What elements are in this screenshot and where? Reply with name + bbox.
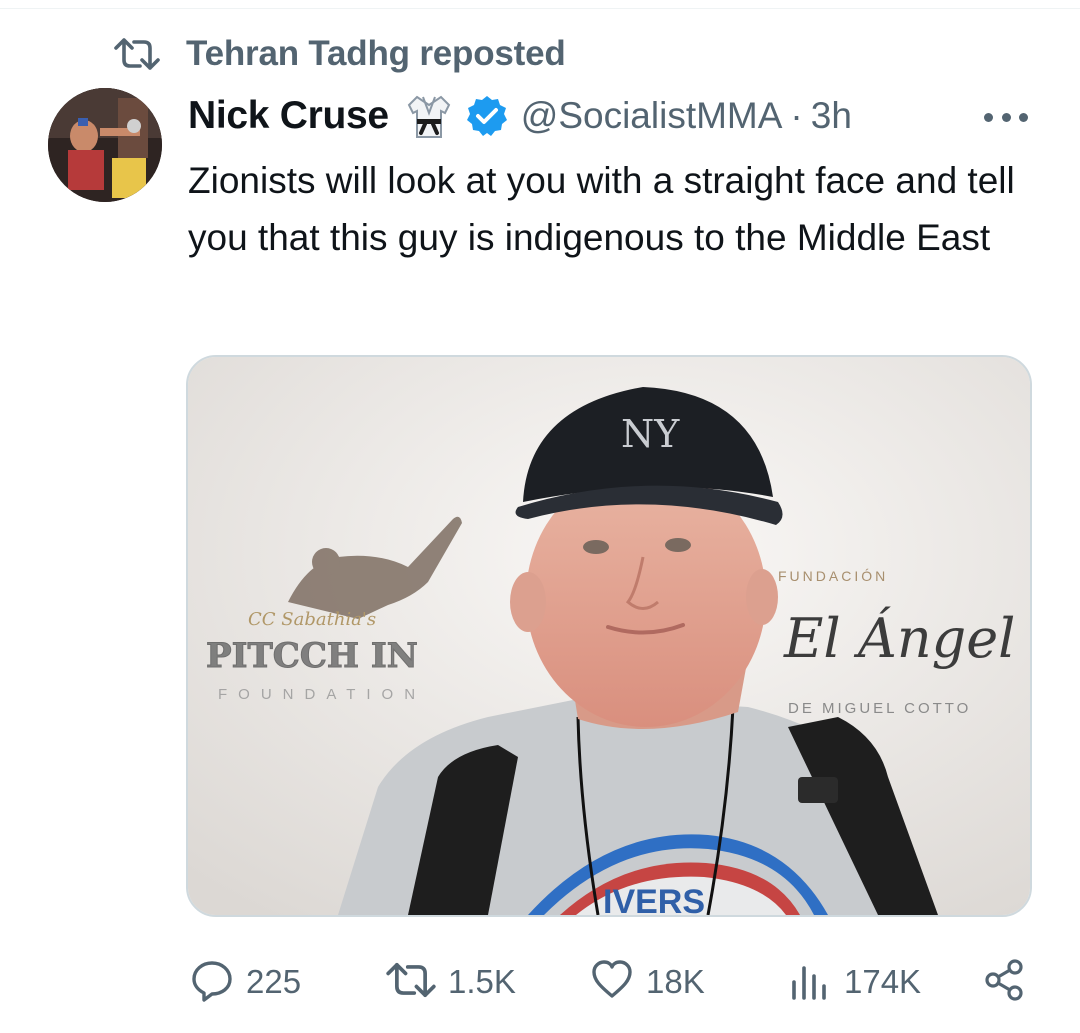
backdrop-brand-text: PITCCH IN <box>206 636 418 676</box>
views-count: 174K <box>844 963 922 1000</box>
repost-count: 1.5K <box>448 963 516 1000</box>
repost-label: Tehran Tadhg reposted <box>186 34 566 73</box>
views-button[interactable]: 174K <box>788 952 921 1012</box>
display-name[interactable]: Nick Cruse <box>188 94 389 138</box>
separator-dot: · <box>790 95 803 136</box>
reply-count: 225 <box>246 963 302 1000</box>
martial-arts-gi-icon <box>403 91 455 141</box>
like-count: 18K <box>646 963 705 1000</box>
reply-button[interactable]: 225 <box>190 952 301 1012</box>
reply-icon <box>190 958 234 1007</box>
repost-action-icon <box>386 960 436 1005</box>
backdrop-right-top: FUNDACIÓN <box>778 568 888 584</box>
views-chart-icon <box>788 958 832 1007</box>
repost-context[interactable]: Tehran Tadhg reposted <box>114 32 566 76</box>
avatar[interactable] <box>48 88 162 202</box>
share-icon <box>982 958 1026 1007</box>
backdrop-script-text: CC Sabathia's <box>248 609 376 630</box>
repost-button[interactable]: 1.5K <box>386 952 516 1012</box>
tweet-text: Zionists will look at you with a straigh… <box>188 160 1015 258</box>
author-handle[interactable]: @SocialistMMA <box>521 95 783 137</box>
backdrop-brand-sub: FOUNDATION <box>218 686 426 703</box>
shirt-text: IVERS <box>603 883 705 915</box>
backdrop-right-sub: DE MIGUEL COTTO <box>788 700 971 717</box>
heart-icon <box>590 958 634 1007</box>
verified-badge-icon[interactable] <box>465 94 509 138</box>
tweet-photo[interactable]: CC Sabathia's PITCCH IN FOUNDATION FUNDA… <box>186 355 1032 917</box>
backdrop-right-brand: El Ángel <box>783 606 1015 670</box>
cap-logo: NY <box>621 412 680 456</box>
timestamp[interactable]: 3h <box>811 95 852 137</box>
top-divider <box>0 8 1080 9</box>
tweet-actions: 225 1.5K 18K 174K <box>190 952 1030 1012</box>
more-options-icon[interactable] <box>984 110 1028 124</box>
like-button[interactable]: 18K <box>590 952 705 1012</box>
share-button[interactable] <box>982 952 1026 1012</box>
repost-icon <box>114 36 160 72</box>
